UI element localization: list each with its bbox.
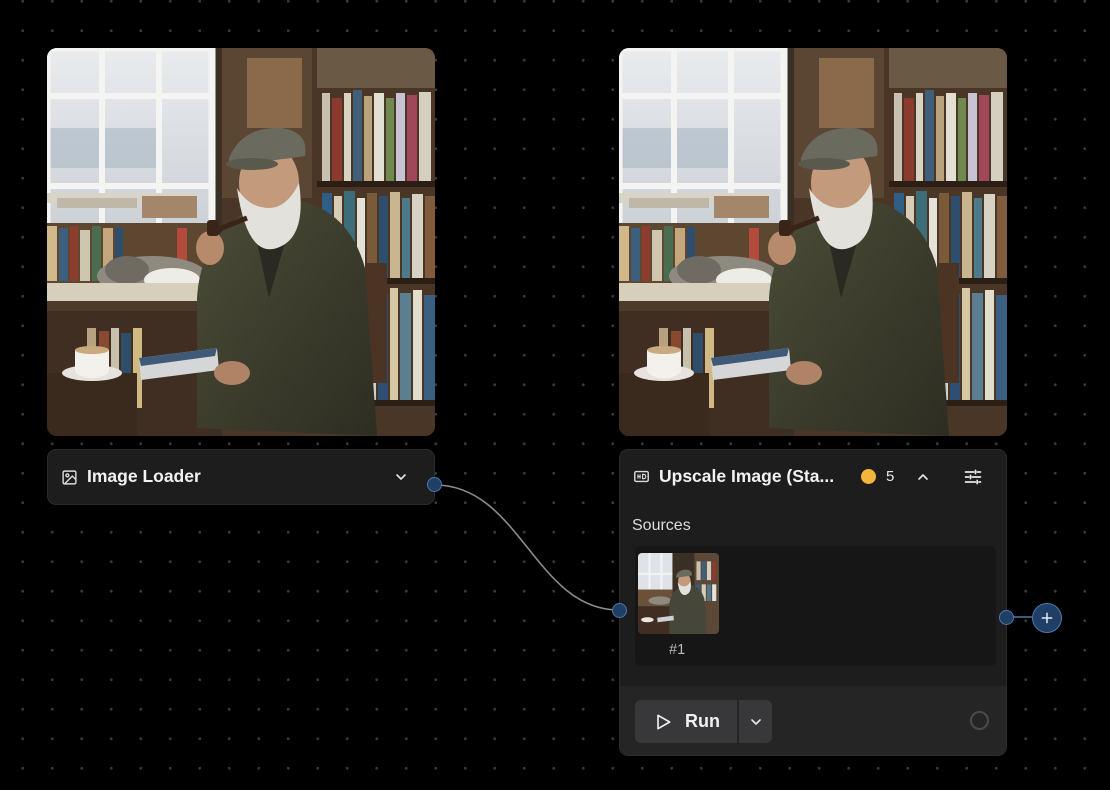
- run-button[interactable]: Run: [635, 700, 737, 743]
- chevron-up-icon[interactable]: [913, 467, 933, 487]
- upscale-image-node[interactable]: Upscale Image (Sta... 5 Sources #1 Run: [619, 449, 1007, 756]
- node-title: Image Loader: [87, 466, 201, 486]
- image-loader-output-port[interactable]: [427, 477, 442, 492]
- upscale-output-preview: [619, 48, 1007, 436]
- play-icon: [657, 714, 671, 729]
- circle-progress-icon: [970, 711, 989, 730]
- node-footer: Run: [620, 686, 1006, 755]
- node-canvas[interactable]: Image Loader Upscale Image (Sta... 5 Sou…: [0, 0, 1110, 790]
- image-loader-node[interactable]: Image Loader: [47, 449, 435, 505]
- image-icon: [60, 468, 78, 486]
- status-indicator: [861, 469, 876, 484]
- source-thumbnail[interactable]: [638, 553, 719, 634]
- chevron-down-icon[interactable]: [391, 467, 411, 487]
- add-output-button[interactable]: [1032, 603, 1062, 633]
- upscale-input-port[interactable]: [612, 603, 627, 618]
- image-loader-preview: [47, 48, 435, 436]
- run-options-button[interactable]: [739, 700, 772, 743]
- node-title: Upscale Image (Sta...: [659, 466, 835, 486]
- run-label: Run: [685, 711, 720, 731]
- hd-icon: [632, 467, 650, 485]
- sources-list: #1: [635, 546, 996, 666]
- plus-icon: [1041, 612, 1053, 624]
- chevron-down-icon: [750, 718, 761, 725]
- source-label: #1: [669, 642, 686, 658]
- sources-label: Sources: [632, 517, 691, 534]
- upscale-output-port[interactable]: [999, 610, 1014, 625]
- sliders-icon[interactable]: [963, 467, 983, 487]
- queue-count: 5: [886, 468, 895, 485]
